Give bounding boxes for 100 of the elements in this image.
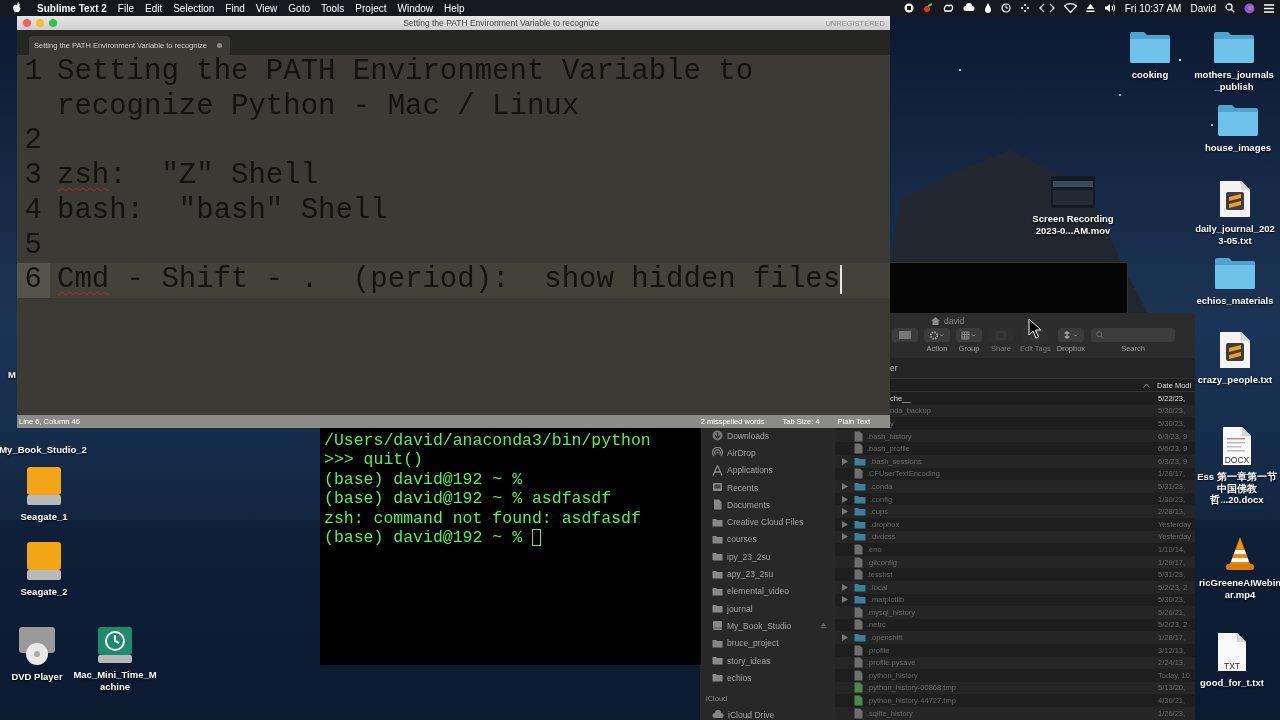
folder-icon [712,534,723,544]
menu-item[interactable]: Goto [288,2,310,14]
sort-caret-icon[interactable] [1143,382,1150,388]
folder-icon [854,633,866,643]
leaf-icon[interactable] [922,3,934,13]
sidebar-item[interactable]: iCloud Drive [728,710,775,720]
drive-icon[interactable] [26,466,62,506]
action-button[interactable] [924,328,950,342]
clock-drive-icon[interactable] [97,626,133,664]
airdrop-icon [712,447,723,459]
folder-icon [712,604,723,614]
folder-icon [854,481,866,491]
menu-item[interactable]: File [117,2,134,14]
icon-label: M [8,369,16,381]
folder-icon[interactable] [1129,30,1171,64]
menu-item[interactable]: View [255,2,278,14]
folder-icon [712,517,723,527]
icon-label: mothers_journals_publish [1193,69,1275,92]
file-icon [854,669,863,681]
document-icon[interactable] [1219,331,1251,369]
icon-label: Ess 第一章第一节中国佛教哲...20.docx [1196,471,1278,506]
sidebar-item[interactable]: Downloads [727,430,770,441]
cone-icon[interactable] [1223,536,1257,572]
stop-circle-icon[interactable] [903,3,914,13]
sidebar-item[interactable]: echios [727,672,752,683]
dots-icon[interactable] [1019,3,1030,13]
terminal-line: >>> quit() [324,450,424,470]
video-thumbnail-icon[interactable] [1051,176,1095,208]
eject-icon[interactable] [1085,3,1095,13]
document-icon[interactable]: DOCX [1222,426,1252,466]
gear-icon [929,330,945,340]
file-icon [854,468,863,480]
icon-label: daily_journal_2023-05.txt [1194,223,1276,246]
group-button[interactable] [956,328,982,342]
folder-icon[interactable] [1214,256,1256,290]
download-icon [712,430,723,442]
drop-icon[interactable] [983,3,992,13]
icon-label: house_images [1205,142,1271,154]
document-icon[interactable]: TXT [1217,632,1247,672]
sidebar-item[interactable]: apy_23_2su [727,569,774,579]
file-icon [854,543,863,555]
search-icon[interactable] [1225,3,1235,13]
grid-icon [961,330,977,340]
folder-icon [854,595,866,605]
sidebar-item[interactable]: My_Book_Studio [727,620,792,631]
terminal-line: (base) david@192 ~ % asdfasdf [324,489,612,509]
menu-item[interactable]: Tools [321,2,345,14]
folder-icon [712,673,723,683]
disclosure-triangle-icon[interactable] [841,634,848,642]
sidebar-item[interactable]: elemental_video [727,586,789,597]
folder-icon [854,456,866,466]
menu-item[interactable]: Find [225,2,245,14]
menu-item[interactable]: Help [444,2,465,14]
swirl-icon[interactable] [942,3,954,13]
document-icon[interactable] [1219,180,1251,218]
apple-icon[interactable] [12,2,22,14]
menu-icon[interactable] [1264,3,1274,13]
sidebar-item[interactable]: bruce_project [727,638,779,649]
wifi-icon[interactable] [1063,3,1077,13]
sidebar-item[interactable]: story_ideas [727,655,771,666]
menu-clock[interactable]: Fri 10:37 AM [1124,2,1182,14]
clock-icon[interactable] [1000,3,1011,13]
sidebar-item[interactable]: ipy_23_2su [727,551,771,562]
sidebar-item[interactable]: Documents [727,499,770,510]
menu-item[interactable]: Edit [144,2,163,14]
sidebar-item[interactable]: Recents [727,482,759,493]
sidebar-item[interactable]: Creative Cloud Files [727,517,804,528]
sidebar-item[interactable]: AirDrop [727,447,756,458]
folder-icon[interactable] [1217,103,1259,137]
folder-icon[interactable] [1213,30,1255,64]
cloud-icon [712,710,724,720]
user-name[interactable]: David [1190,2,1216,14]
sidebar-item[interactable]: journal [727,603,753,614]
volume-icon[interactable] [1103,3,1116,13]
code-icon[interactable] [1038,3,1055,13]
disclosure-triangle-icon[interactable] [841,457,848,465]
orb-icon[interactable] [1244,2,1255,14]
sidebar-item[interactable]: courses [727,534,757,545]
unsaved-dot-icon[interactable] [217,43,222,48]
folder-icon [854,507,866,517]
menu-item[interactable]: Project [355,2,387,14]
view-button[interactable] [892,328,918,342]
dropbox-button[interactable] [1057,328,1084,342]
menu-item[interactable]: Selection [173,2,215,14]
view-icon [899,331,911,339]
terminal-line: (base) david@192 ~ % [324,527,523,548]
disc-drive-icon[interactable] [18,626,56,666]
menu-item[interactable]: Window [397,2,434,14]
file-icon [854,707,863,719]
file-icon [854,430,863,442]
sidebar-item[interactable]: Applications [727,465,773,476]
cursor-icon [1028,318,1042,339]
cloud-icon[interactable] [962,3,975,13]
drive-icon [712,620,723,632]
icon-label: DVD Player [11,671,63,683]
search-field[interactable] [1091,328,1176,342]
icon-label: good_for_t.txt [1200,677,1264,689]
drive-icon[interactable] [26,541,62,581]
file-icon [854,606,863,618]
app-menu[interactable]: Sublime Text 2 [37,2,107,14]
